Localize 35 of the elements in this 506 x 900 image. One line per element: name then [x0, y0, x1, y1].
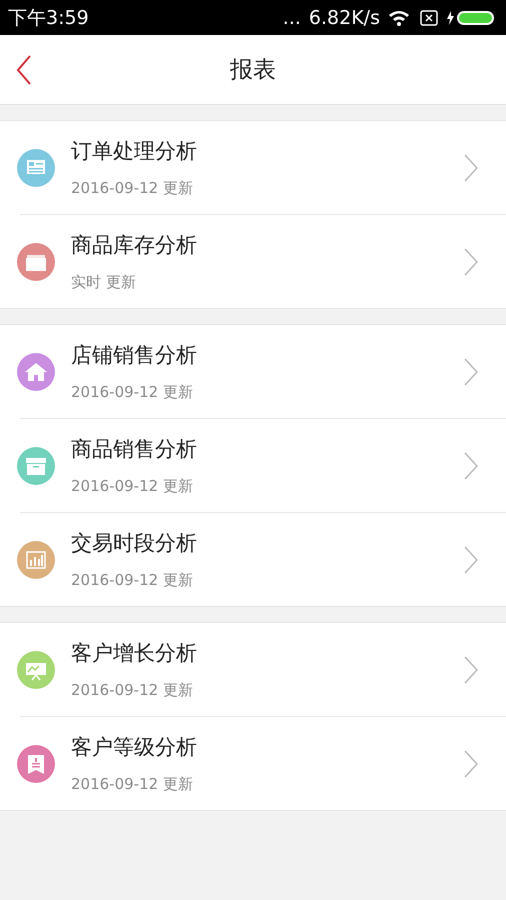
update-time: 2016-09-12 更新: [71, 179, 194, 198]
battery-charging-icon: [446, 8, 496, 26]
update-time: 2016-09-12 更新: [71, 775, 194, 794]
chevron-right-icon: [464, 358, 478, 386]
report-row[interactable]: 商品库存分析 实时 更新: [0, 215, 506, 308]
report-row[interactable]: 客户等级分析 2016-09-12 更新: [0, 717, 506, 810]
report-title: 客户等级分析: [71, 734, 198, 761]
report-row[interactable]: 客户增长分析 2016-09-12 更新: [0, 623, 506, 716]
chevron-right-icon: [464, 154, 478, 182]
report-row[interactable]: 商品销售分析 2016-09-12 更新: [0, 419, 506, 512]
report-title: 交易时段分析: [71, 530, 198, 557]
report-title: 商品库存分析: [71, 232, 198, 259]
chevron-right-icon: [464, 452, 478, 480]
page-title: 报表: [230, 56, 276, 85]
update-time: 2016-09-12 更新: [71, 571, 194, 590]
status-time: 下午3:59: [8, 6, 90, 30]
network-speed: 6.82K/s: [308, 6, 380, 28]
update-time: 实时 更新: [71, 273, 137, 292]
report-row[interactable]: 店铺销售分析 2016-09-12 更新: [0, 325, 506, 418]
report-title: 店铺销售分析: [71, 342, 198, 369]
no-sim-icon: [420, 10, 438, 26]
report-row[interactable]: 订单处理分析 2016-09-12 更新: [0, 121, 506, 214]
report-title: 客户增长分析: [71, 640, 198, 667]
update-time: 2016-09-12 更新: [71, 681, 194, 700]
chevron-right-icon: [464, 248, 478, 276]
update-time: 2016-09-12 更新: [71, 383, 194, 402]
chevron-right-icon: [464, 546, 478, 574]
wifi-icon: [388, 8, 410, 26]
report-row[interactable]: 交易时段分析 2016-09-12 更新: [0, 513, 506, 606]
chevron-right-icon: [464, 656, 478, 684]
status-dots: ...: [282, 6, 301, 28]
update-time: 2016-09-12 更新: [71, 477, 194, 496]
report-title: 订单处理分析: [71, 138, 198, 165]
report-title: 商品销售分析: [71, 436, 198, 463]
chevron-right-icon: [464, 750, 478, 778]
